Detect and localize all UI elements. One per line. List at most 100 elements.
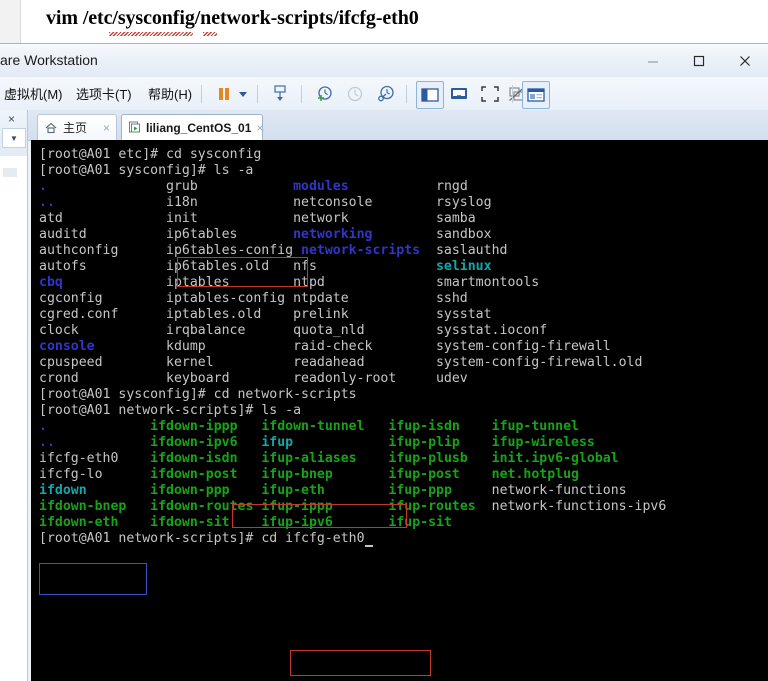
console-view-icon[interactable]: [522, 81, 550, 109]
terminal-span: crond keyboard readonly-root udev: [39, 371, 468, 386]
tab-vm-close-icon[interactable]: ×: [256, 121, 263, 135]
chevron-down-icon[interactable]: [236, 82, 250, 106]
terminal-line: cgconfig iptables-config ntpdate sshd: [39, 291, 666, 307]
menu-toolbar: 虚拟机(M) 选项卡(T) 帮助(H): [0, 77, 768, 111]
snapshot-icon[interactable]: [268, 82, 292, 106]
terminal-line: authconfig ip6tables-config network-scri…: [39, 243, 666, 259]
terminal-span: clock irqbalance quota_nld sysstat.iocon…: [39, 323, 548, 338]
terminal-span: [460, 419, 492, 434]
tab-liliang-centos-01[interactable]: liliang_CentOS_01 ×: [121, 114, 263, 140]
show-library-icon[interactable]: [416, 81, 444, 109]
terminal-span: [333, 499, 389, 514]
window-title: are Workstation: [0, 52, 98, 68]
terminal-span: ifup-plusb: [388, 451, 468, 466]
sidebar-close-icon[interactable]: ×: [8, 112, 15, 126]
menu-virtual-machine[interactable]: 虚拟机(M): [4, 84, 63, 103]
terminal-span: [root@A01 network-scripts]# ls -a: [39, 403, 302, 418]
terminal-line: ifcfg-lo ifdown-post ifup-bnep ifup-post…: [39, 467, 666, 483]
terminal-line: . grub modules rngd: [39, 179, 666, 195]
terminal-span: authconfig ip6tables-config: [39, 243, 302, 258]
terminal-span: ifdown-sit: [150, 515, 230, 530]
terminal-span: ..: [39, 435, 55, 450]
menu-help[interactable]: 帮助(H): [148, 84, 192, 103]
terminal-text: [root@A01 etc]# cd sysconfig [root@A01 sy…: [39, 147, 666, 547]
terminal-span: cgconfig iptables-config ntpdate sshd: [39, 291, 468, 306]
terminal-span: networking: [293, 227, 373, 242]
menu-tabs[interactable]: 选项卡(T): [76, 84, 132, 103]
terminal-span: [root@A01 etc]#: [39, 147, 167, 162]
vm-console-terminal[interactable]: [root@A01 etc]# cd sysconfig [root@A01 sy…: [31, 140, 768, 681]
terminal-span: ifup-bnep: [261, 467, 333, 482]
maximize-button[interactable]: [676, 44, 722, 77]
spellcheck-underline: [109, 32, 193, 36]
document-band: vim /etc/sysconfig/network-scripts/ifcfg…: [0, 0, 768, 43]
terminal-line: console kdump raid-check system-config-f…: [39, 339, 666, 355]
terminal-span: network-functions: [491, 483, 627, 498]
terminal-line: cgred.conf iptables.old prelink sysstat: [39, 307, 666, 323]
terminal-span: cd sysconfig: [166, 147, 262, 162]
sidebar-dropdown-button[interactable]: ▼: [2, 128, 26, 148]
terminal-span: iptables ntpd smartmontools: [62, 275, 540, 290]
window-titlebar: are Workstation: [0, 44, 768, 78]
terminal-span: ifcfg-eth0: [39, 451, 119, 466]
terminal-span: auditd ip6tables: [39, 227, 294, 242]
terminal-span: ifdown-eth: [39, 515, 119, 530]
terminal-span: ifup-routes: [388, 499, 476, 514]
terminal-span: ifup-wireless: [491, 435, 595, 450]
terminal-line: autofs ip6tables.old nfs selinux: [39, 259, 666, 275]
terminal-span: ifup-plip: [388, 435, 460, 450]
snapshot-manager-icon[interactable]: [374, 82, 398, 106]
terminal-line: . ifdown-ippp ifdown-tunnel ifup-isdn if…: [39, 419, 666, 435]
full-screen-icon[interactable]: [478, 82, 502, 106]
terminal-span: [root@A01 sysconfig]#: [39, 387, 214, 402]
vm-tab-strip: 主页 × liliang_CentOS_01 ×: [0, 110, 768, 141]
terminal-line: ifdown-eth ifdown-sit ifup-ipv6 ifup-sit: [39, 515, 666, 531]
terminal-line: .. ifdown-ipv6 ifup ifup-plip ifup-wirel…: [39, 435, 666, 451]
terminal-span: [47, 419, 150, 434]
terminal-span: grub: [46, 179, 294, 194]
terminal-span: [238, 467, 262, 482]
take-snapshot-icon[interactable]: [312, 82, 336, 106]
terminal-span: [118, 451, 150, 466]
terminal-span: [103, 467, 151, 482]
terminal-span: [230, 515, 262, 530]
toolbar-separator: [201, 85, 202, 103]
vm-icon: [128, 121, 141, 135]
terminal-span: [468, 451, 492, 466]
terminal-span: ifup: [261, 435, 294, 450]
terminal-span: cgred.conf iptables.old prelink sysstat: [39, 307, 492, 322]
terminal-span: selinux: [435, 259, 492, 274]
terminal-span: [333, 515, 389, 530]
terminal-span: [root@A01 network-scripts]#: [39, 531, 262, 546]
terminal-span: [238, 435, 262, 450]
tab-home-label: 主页: [63, 121, 88, 135]
minimize-button[interactable]: [630, 44, 676, 77]
tab-home[interactable]: 主页 ×: [37, 114, 117, 140]
close-button[interactable]: [722, 44, 768, 77]
terminal-span: [476, 499, 492, 514]
terminal-span: atd init network samba: [39, 211, 476, 226]
terminal-span: autofs ip6tables.old nfs: [39, 259, 436, 274]
terminal-line: ifdown ifdown-ppp ifup-eth ifup-ppp netw…: [39, 483, 666, 499]
terminal-cursor: [364, 533, 373, 547]
terminal-line: crond keyboard readonly-root udev: [39, 371, 666, 387]
terminal-span: [452, 483, 492, 498]
terminal-line: ifcfg-eth0 ifdown-isdn ifup-aliases ifup…: [39, 451, 666, 467]
terminal-span: ifup-eth: [261, 483, 325, 498]
revert-snapshot-icon[interactable]: [343, 82, 367, 106]
pause-icon[interactable]: [212, 82, 236, 106]
terminal-span: [333, 467, 389, 482]
terminal-line: .. i18n netconsole rsyslog: [39, 195, 666, 211]
vmware-workstation-window: are Workstation 虚拟机(M) 选项卡(T) 帮助(H) 主页 ×…: [0, 43, 768, 681]
home-icon: [44, 121, 58, 135]
terminal-line: [root@A01 sysconfig]# cd network-scripts: [39, 387, 666, 403]
terminal-line: clock irqbalance quota_nld sysstat.iocon…: [39, 323, 666, 339]
fit-window-icon[interactable]: [447, 82, 471, 106]
terminal-span: [126, 499, 150, 514]
terminal-span: console: [39, 339, 95, 354]
terminal-span: ifup-tunnel: [491, 419, 579, 434]
tab-home-close-icon[interactable]: ×: [103, 121, 110, 135]
spellcheck-underline-secondary: [203, 32, 217, 36]
terminal-span: saslauthd: [420, 243, 508, 258]
terminal-line: [root@A01 network-scripts]# ls -a: [39, 403, 666, 419]
